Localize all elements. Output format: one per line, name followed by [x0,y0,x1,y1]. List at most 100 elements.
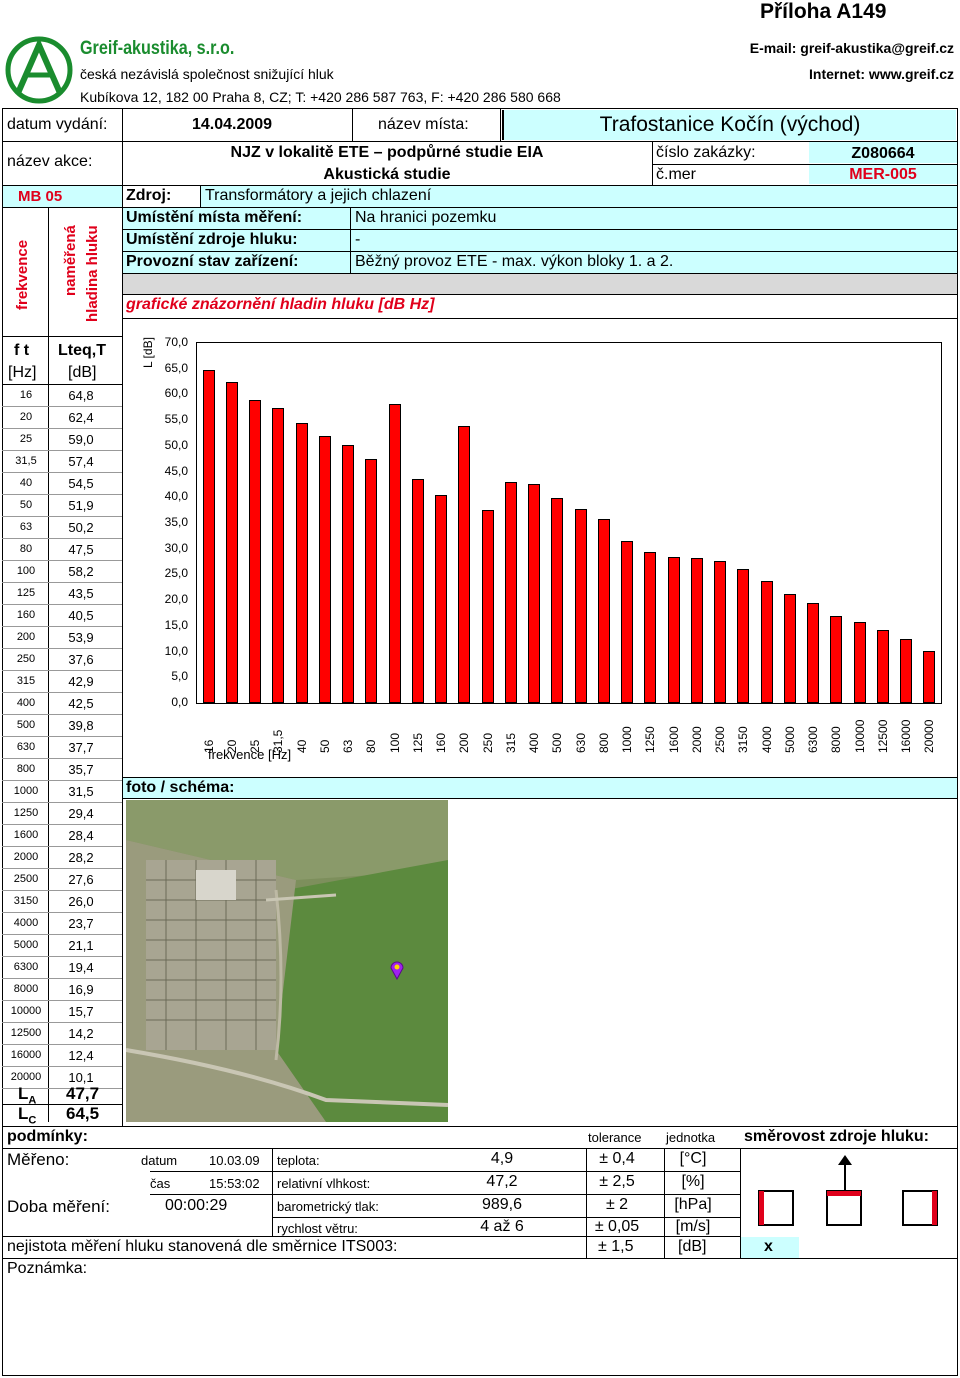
table-row: 4000 23,7 [4,912,122,934]
table-row: 125 43,5 [4,582,122,604]
x-tick-label: 6300 [806,726,821,753]
x-tick-label: 315 [503,732,518,753]
table-cell-level: 39,8 [68,718,94,733]
table-cell-level: 28,2 [68,850,94,865]
table-cell-frequency: 800 [16,763,36,775]
param-unit: [m/s] [675,1218,711,1235]
provozni-value: Běžný provoz ETE - max. výkon bloky 1. a… [355,253,674,270]
x-tick-label: 5000 [782,726,797,753]
chart-bar [737,569,750,703]
table-row: 2000 28,2 [4,846,122,868]
chart-bar [342,444,355,703]
chart-bar [365,458,378,703]
param-tolerance: ± 2 [605,1196,629,1213]
table-row: 12500 14,2 [4,1022,122,1044]
param-unit: [%] [681,1173,705,1190]
company-name: Greif-akustika, s.r.o. [80,38,235,59]
datum-cond-value: 10.03.09 [209,1153,260,1168]
table-cell-frequency: 6300 [13,961,39,973]
table-row: 5000 21,1 [4,934,122,956]
table-cell-level: 35,7 [68,762,94,777]
param-value: 989,6 [481,1196,523,1213]
table-cell-frequency: 1600 [13,829,39,841]
company-address: Kubíkova 12, 182 00 Praha 8, CZ; T: +420… [80,89,561,105]
chart-bar [435,494,448,703]
chart-bar [783,594,796,703]
chart-bar [318,436,331,703]
x-tick-label: 20000 [922,719,937,753]
x-tick-label: 16000 [899,719,914,753]
lc-value: 64,5 [66,1104,100,1123]
table-cell-level: 47,5 [68,542,94,557]
misto-label: název místa: [378,116,469,133]
zdroj-label: Zdroj: [126,187,172,204]
table-cell-level: 59,0 [68,432,94,447]
x-tick-label: 1000 [620,726,635,753]
frekvence-vertical: frekvence [14,239,31,310]
x-tick-label: 63 [341,739,356,753]
x-tick-label: 12500 [875,719,890,753]
y-tick-label: 10,0 [164,643,188,658]
table-row: 3150 26,0 [4,890,122,912]
table-row: 400 42,5 [4,692,122,714]
company-email: E-mail: greif-akustika@greif.cz [749,40,954,56]
x-tick-label: 250 [480,732,495,753]
table-row: 630 37,7 [4,736,122,758]
table-row: 8000 16,9 [4,978,122,1000]
table-header-db: [dB] [68,364,97,381]
table-row: 500 39,8 [4,714,122,736]
table-row: 63 50,2 [4,516,122,538]
y-tick-label: 40,0 [164,489,188,504]
table-cell-level: 37,7 [68,740,94,755]
table-cell-frequency: 4000 [13,917,39,929]
akce-label: název akce: [7,153,93,170]
chart-bar [760,581,773,703]
chart-bar [853,622,866,703]
chart-bar [528,484,541,703]
table-row: 250 37,6 [4,648,122,670]
chart-bar [202,369,215,703]
x-tick-label: 1250 [643,726,658,753]
doba-label: Doba měření: [7,1197,110,1216]
directivity-top-icon [826,1190,862,1226]
doba-value: 00:00:29 [165,1197,228,1214]
param-value: 47,2 [486,1173,518,1190]
y-tick-label: 65,0 [164,360,188,375]
gray-spacer [123,274,957,294]
table-cell-frequency: 5000 [13,939,39,951]
umisteni-mista-label: Umístění místa měření: [126,209,303,226]
param-unit: [hPa] [674,1196,712,1213]
table-cell-level: 43,5 [68,586,94,601]
param-unit: [°C] [679,1150,707,1167]
table-row: 31,5 57,4 [4,450,122,472]
table-cell-frequency: 400 [16,697,36,709]
param-name: barometrický tlak: [277,1199,379,1214]
table-row: 100 58,2 [4,560,122,582]
table-cell-level: 10,1 [68,1070,94,1085]
y-tick-label: 50,0 [164,437,188,452]
chart-bar [295,422,308,703]
param-name: teplota: [277,1153,320,1168]
chart-bar [411,479,424,703]
priloha-title: Příloha A149 [760,0,887,23]
table-cell-level: 57,4 [68,454,94,469]
table-cell-frequency: 1250 [13,807,39,819]
y-tick-label: 30,0 [164,540,188,555]
directivity-left-icon [758,1190,794,1226]
table-cell-level: 23,7 [68,916,94,931]
umisteni-mista-value: Na hranici pozemku [355,209,497,226]
la-value: 47,7 [66,1084,100,1103]
directivity-up-arrow-icon [834,1155,856,1191]
jednotka-header: jednotka [666,1130,716,1145]
param-tolerance: ± 2,5 [599,1173,635,1190]
table-cell-level: 51,9 [68,498,94,513]
table-cell-level: 14,2 [68,1026,94,1041]
company-internet: Internet: www.greif.cz [809,66,954,82]
x-tick-label: 8000 [829,726,844,753]
x-tick-label: 50 [317,739,332,753]
x-tick-label: 630 [573,732,588,753]
table-row: 25 59,0 [4,428,122,450]
chart-bar [807,603,820,703]
table-cell-frequency: 16 [19,389,33,401]
chart-bar [667,556,680,703]
